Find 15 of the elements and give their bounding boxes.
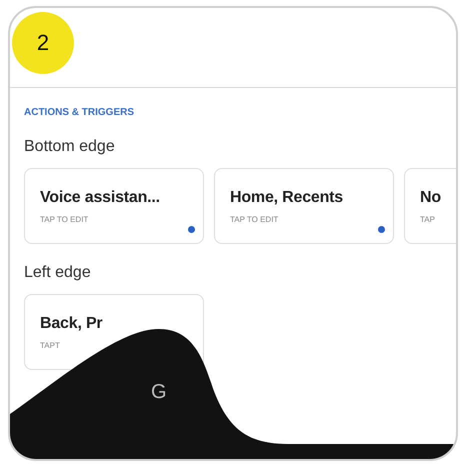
card-subtitle: TAPT (40, 341, 61, 350)
card-title: Home, Recents (230, 189, 344, 207)
group-title: Bottom edge (24, 138, 116, 156)
card-subtitle: TAP TO EDIT (230, 215, 280, 224)
card-title: Voice assistan... (40, 189, 161, 207)
action-card[interactable]: Voice assistan... TAP TO EDIT (24, 168, 204, 244)
card-subtitle: TAP (420, 215, 436, 224)
card-subtitle: TAP TO EDIT (40, 215, 90, 224)
overlay-letter: G (151, 381, 167, 404)
section-label: ACTIONS & TRIGGERS (24, 107, 136, 118)
action-card[interactable]: No TAP (404, 168, 456, 244)
card-title: No (420, 189, 442, 207)
action-card[interactable]: Home, Recents TAP TO EDIT (214, 168, 394, 244)
group-title: Left edge (24, 264, 92, 282)
card-title: Back, Pr (40, 315, 104, 333)
